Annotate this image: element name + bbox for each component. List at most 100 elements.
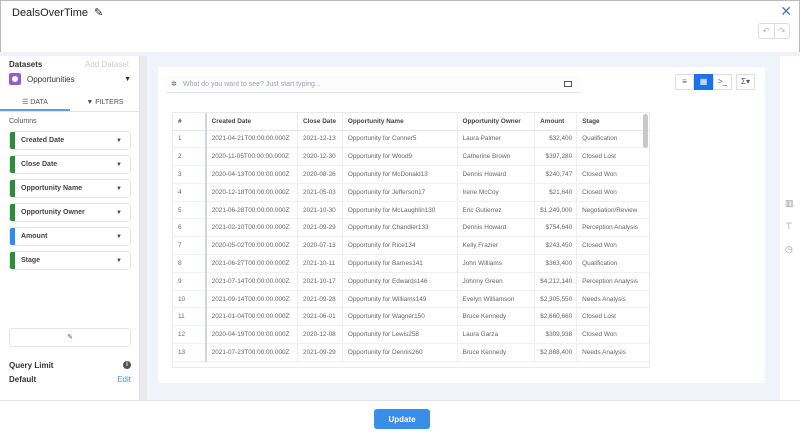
table-cell: Opportunity for Rice134 [342, 236, 458, 256]
dataset-icon [9, 73, 21, 85]
column-header[interactable]: Amount [534, 113, 578, 131]
redo-button[interactable]: ↷ [775, 24, 790, 38]
column-label: Opportunity Owner [21, 209, 85, 216]
table-cell: 2021-09-28 [297, 290, 343, 309]
close-icon[interactable]: ✕ [780, 3, 792, 20]
caret-down-icon[interactable]: ▼ [116, 258, 122, 264]
caret-down-icon[interactable]: ▼ [116, 210, 122, 216]
column-pill[interactable]: Opportunity Name ▼ [9, 179, 131, 198]
table-cell: Closed Lost [576, 147, 649, 167]
caret-down-icon[interactable]: ▼ [116, 162, 122, 168]
column-header[interactable]: # [173, 113, 207, 131]
column-pill[interactable]: Stage ▼ [9, 251, 131, 270]
column-pill[interactable]: Close Date ▼ [9, 155, 131, 174]
table-cell: $4,212,140 [534, 272, 578, 291]
table-cell: 2021-04-21T00:00:00.000Z [205, 130, 299, 149]
column-header[interactable]: Close Date [297, 113, 343, 131]
column-header[interactable]: Opportunity Name [342, 113, 458, 131]
column-pill[interactable]: Amount ▼ [9, 227, 131, 246]
table-cell: 3 [173, 165, 207, 184]
table-cell: 2020-12-18T00:00:00.000Z [205, 183, 299, 202]
table-cell: Negotiation/Review [576, 201, 649, 220]
table-cell: 5 [173, 201, 207, 220]
table-row: 10 2021-09-14T00:00:00.000Z 2021-09-28 Oppo… [173, 290, 649, 309]
table-cell: Johnny Green [457, 272, 536, 291]
table-cell: Opportunity for Dennis260 [342, 343, 458, 362]
table-cell: 2020-07-13 [297, 236, 343, 256]
search-input[interactable]: ✲ What do you want to see? Just start typ… [166, 76, 580, 93]
table-card: ✲ What do you want to see? Just start typ… [158, 67, 765, 383]
undo-redo-group: ↶ ↷ [758, 23, 790, 39]
resize-handle[interactable] [140, 56, 147, 400]
view-toggle: ≡ ▦ >_ [675, 74, 732, 90]
table-cell: 8 [173, 254, 207, 273]
column-label: Created Date [21, 137, 65, 144]
table-cell: Perception Analysis [576, 218, 649, 238]
drag-handle[interactable] [10, 204, 15, 221]
table-cell: $2,660,660 [534, 307, 578, 327]
table-cell: Irene McCoy [457, 183, 536, 202]
table-cell: 4 [173, 183, 207, 202]
tab-filters[interactable]: ▼ FILTERS [70, 96, 140, 111]
sigma-dropdown-icon[interactable]: Σ▾ [736, 74, 755, 90]
table-cell: Closed Won [576, 325, 649, 345]
main-area: ✲ What do you want to see? Just start typ… [147, 56, 780, 400]
caret-down-icon[interactable]: ▼ [116, 186, 122, 192]
table-cell: Opportunity for Conner5 [342, 130, 458, 149]
column-label: Close Date [21, 161, 58, 168]
table-cell: 12 [173, 325, 207, 345]
add-dataset-button[interactable]: Add Dataset [85, 60, 129, 69]
dataset-select[interactable]: Opportunities ▼ [9, 72, 131, 86]
column-header[interactable]: Stage [576, 113, 649, 131]
table-cell: $754,640 [534, 218, 578, 238]
table-cell: Opportunity for Lewis258 [342, 325, 458, 345]
table-cell: Opportunity for Chandler133 [342, 218, 458, 238]
drag-handle[interactable] [10, 252, 15, 269]
table-cell: Laura Palmer [457, 130, 536, 149]
pencil-icon: ✎ [67, 334, 73, 341]
undo-button[interactable]: ↶ [759, 24, 775, 38]
table-cell: 2021-06-28T00:00:00.000Z [205, 201, 299, 220]
table-cell: Bruce Kennedy [457, 307, 536, 327]
table-cell: Needs Analysis [576, 290, 649, 309]
table-row: 2 2020-11-05T00:00:00.000Z 2020-12-30 Oppor… [173, 147, 649, 167]
table-cell: Opportunity for Wood9 [342, 147, 458, 167]
column-header[interactable]: Created Date [205, 113, 299, 131]
keyboard-icon[interactable] [564, 81, 572, 87]
table-cell: 2020-04-13T00:00:00.000Z [205, 165, 299, 184]
update-button[interactable]: Update [374, 409, 430, 429]
column-pill[interactable]: Opportunity Owner ▼ [9, 203, 131, 222]
edit-link[interactable]: Edit [117, 375, 131, 384]
caret-down-icon[interactable]: ▼ [116, 138, 122, 144]
tab-data[interactable]: ☰ DATA [0, 96, 70, 111]
table-cell: 2020-08-26 [297, 165, 343, 184]
chart-settings-icon[interactable]: ▥ [785, 198, 794, 209]
history-icon[interactable]: ◷ [785, 244, 793, 255]
table-cell: Opportunity for McDonald13 [342, 165, 458, 184]
column-pill[interactable]: Created Date ▼ [9, 131, 131, 150]
sql-view-icon[interactable]: >_ [713, 74, 732, 90]
sparkle-icon: ✲ [171, 81, 177, 88]
edit-columns-button[interactable]: ✎ [9, 328, 131, 347]
table-row: 9 2021-07-14T00:00:00.000Z 2021-10-17 Oppor… [173, 272, 649, 291]
drag-handle[interactable] [10, 228, 15, 245]
drag-handle[interactable] [10, 180, 15, 197]
table-cell: Dennis Howard [457, 218, 536, 238]
table-cell: 2021-06-27T00:00:00.000Z [205, 254, 299, 273]
table-cell: $21,640 [534, 183, 578, 202]
column-header[interactable]: Opportunity Owner [457, 113, 536, 131]
info-icon[interactable]: i [123, 361, 131, 369]
drag-handle[interactable] [10, 156, 15, 173]
table-view-icon[interactable]: ▦ [694, 74, 713, 90]
drag-handle[interactable] [10, 132, 15, 149]
table-cell: 2021-06-01 [297, 307, 343, 327]
chart-title[interactable]: DealsOverTime ✎ [12, 6, 103, 20]
scrollbar[interactable] [643, 114, 648, 148]
datasets-label: Datasets [9, 60, 43, 69]
caret-down-icon: ▼ [124, 75, 131, 83]
chart-view-icon[interactable]: ≡ [675, 74, 694, 90]
pencil-icon[interactable]: ✎ [94, 6, 103, 19]
caret-down-icon[interactable]: ▼ [116, 234, 122, 240]
paint-roller-icon[interactable]: ⊤ [785, 221, 793, 232]
table-cell: 2020-12-30 [297, 147, 343, 167]
